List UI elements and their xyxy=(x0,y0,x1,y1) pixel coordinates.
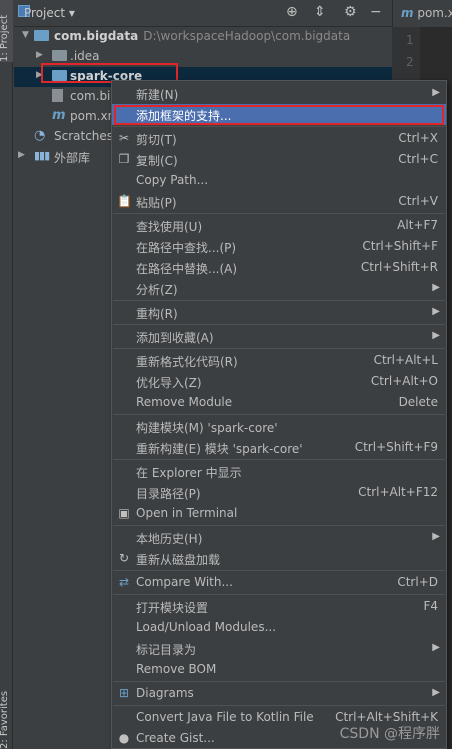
submenu-arrow-icon: ▶ xyxy=(432,306,440,317)
project-panel-header: Project ▾ ⊕ ⇕ ⚙ − xyxy=(14,0,392,27)
menu-item-show-in-explorer[interactable]: 在 Explorer 中显示 xyxy=(112,461,446,482)
menu-item-add-to-favorites[interactable]: 添加到收藏(A) ▶ xyxy=(112,326,446,347)
project-tool-tab[interactable]: 1: Project xyxy=(0,0,13,62)
copy-icon: ❐ xyxy=(118,152,130,166)
menu-item-replace-in-path[interactable]: 在路径中替换...(A) Ctrl+Shift+R xyxy=(112,257,446,278)
menu-separator xyxy=(113,525,445,526)
menu-item-mark-directory-as[interactable]: 标记目录为 ▶ xyxy=(112,638,446,659)
menu-separator xyxy=(113,459,445,460)
menu-item-reformat-code[interactable]: 重新格式化代码(R) Ctrl+Alt+L xyxy=(112,350,446,371)
collapsed-arrow-icon[interactable]: ▶ xyxy=(18,150,25,160)
tool-window-strip: 1: Project 2: Favorites xyxy=(0,0,13,749)
line-number: 2 xyxy=(406,55,414,69)
menu-separator xyxy=(113,348,445,349)
menu-item-new[interactable]: 新建(N) ▶ xyxy=(112,83,446,104)
menu-item-reload-from-disk[interactable]: ↻ 重新从磁盘加载 xyxy=(112,548,446,569)
tree-label-iml: com.bi xyxy=(70,89,111,103)
menu-item-load-unload-modules[interactable]: Load/Unload Modules... xyxy=(112,617,446,638)
menu-separator xyxy=(113,324,445,325)
submenu-arrow-icon: ▶ xyxy=(432,330,440,341)
menu-item-cut[interactable]: ✂ 剪切(T) Ctrl+X xyxy=(112,128,446,149)
maven-icon: m xyxy=(52,108,66,123)
menu-item-optimize-imports[interactable]: 优化导入(Z) Ctrl+Alt+O xyxy=(112,371,446,392)
menu-item-copy[interactable]: ❐ 复制(C) Ctrl+C xyxy=(112,149,446,170)
folder-icon xyxy=(52,50,67,61)
editor-tab-pom[interactable]: m pom.xml xyxy=(392,0,452,27)
menu-item-rebuild-module[interactable]: 重新构建(E) 模块 'spark-core' Ctrl+Shift+F9 xyxy=(112,437,446,458)
collapse-icon[interactable]: ⇕ xyxy=(314,4,326,20)
menu-item-find-usages[interactable]: 查找使用(U) Alt+F7 xyxy=(112,215,446,236)
tree-label-idea: .idea xyxy=(70,49,100,63)
menu-item-find-in-path[interactable]: 在路径中查找...(P) Ctrl+Shift+F xyxy=(112,236,446,257)
hide-icon[interactable]: − xyxy=(370,4,382,20)
menu-item-analyze[interactable]: 分析(Z) ▶ xyxy=(112,278,446,299)
submenu-arrow-icon: ▶ xyxy=(432,642,440,653)
menu-item-paste[interactable]: 📋 粘贴(P) Ctrl+V xyxy=(112,191,446,212)
locate-icon[interactable]: ⊕ xyxy=(286,4,298,20)
menu-item-open-in-terminal[interactable]: ▣ Open in Terminal xyxy=(112,503,446,524)
menu-separator xyxy=(113,300,445,301)
tree-row-root[interactable]: ▼ com.bigdata D:\workspaceHadoop\com.bigd… xyxy=(14,27,392,47)
menu-item-copy-path[interactable]: Copy Path... xyxy=(112,170,446,191)
expanded-arrow-icon[interactable]: ▼ xyxy=(22,30,29,40)
favorites-tool-tab[interactable]: 2: Favorites xyxy=(0,691,13,749)
submenu-arrow-icon: ▶ xyxy=(432,282,440,293)
active-item-highlight-box xyxy=(114,105,444,125)
menu-separator xyxy=(113,126,445,127)
maven-icon: m xyxy=(401,6,414,20)
watermark: CSDN @程序胖 xyxy=(339,726,440,742)
submenu-arrow-icon: ▶ xyxy=(432,87,440,98)
menu-separator xyxy=(113,681,445,682)
submenu-arrow-icon: ▶ xyxy=(432,531,440,542)
menu-item-build-module[interactable]: 构建模块(M) 'spark-core' xyxy=(112,416,446,437)
tree-label-scratches: Scratches xyxy=(54,129,114,143)
line-number: 1 xyxy=(406,33,414,47)
menu-item-add-framework-support[interactable]: 添加框架的支持... xyxy=(112,104,446,125)
menu-item-refactor[interactable]: 重构(R) ▶ xyxy=(112,302,446,323)
module-folder-icon xyxy=(34,30,49,41)
menu-separator xyxy=(113,414,445,415)
menu-item-compare-with[interactable]: ⇄ Compare With... Ctrl+D xyxy=(112,572,446,593)
menu-item-remove-bom[interactable]: Remove BOM xyxy=(112,659,446,680)
tree-label-root: com.bigdata D:\workspaceHadoop\com.bigdat… xyxy=(54,29,351,43)
menu-item-module-settings[interactable]: 打开模块设置 F4 xyxy=(112,596,446,617)
file-icon xyxy=(52,89,63,102)
menu-separator xyxy=(113,594,445,595)
menu-item-directory-path[interactable]: 目录路径(P) Ctrl+Alt+F12 xyxy=(112,482,446,503)
project-view-title[interactable]: Project ▾ xyxy=(24,6,75,20)
paste-icon: 📋 xyxy=(117,194,132,208)
github-icon: ● xyxy=(118,731,130,745)
compare-icon: ⇄ xyxy=(118,575,130,589)
menu-separator xyxy=(113,570,445,571)
menu-item-remove-module[interactable]: Remove Module Delete xyxy=(112,392,446,413)
menu-separator xyxy=(113,705,445,706)
tree-label-pom: pom.xn xyxy=(70,109,116,123)
menu-item-diagrams[interactable]: ⊞ Diagrams ▶ xyxy=(112,683,446,704)
context-menu: 新建(N) ▶ 添加框架的支持... ✂ 剪切(T) Ctrl+X ❐ 复制(C… xyxy=(111,80,447,749)
scratches-icon: ◔ xyxy=(34,128,46,143)
menu-item-local-history[interactable]: 本地历史(H) ▶ xyxy=(112,527,446,548)
reload-icon: ↻ xyxy=(118,551,130,565)
tree-label-external: 外部库 xyxy=(54,151,91,165)
diagram-icon: ⊞ xyxy=(118,686,130,700)
menu-separator xyxy=(113,213,445,214)
submenu-arrow-icon: ▶ xyxy=(432,687,440,698)
libraries-icon: ▮▮▮ xyxy=(34,149,50,162)
terminal-icon: ▣ xyxy=(118,506,130,520)
collapsed-arrow-icon[interactable]: ▶ xyxy=(36,50,43,60)
scissors-icon: ✂ xyxy=(118,131,130,145)
gear-icon[interactable]: ⚙ xyxy=(344,4,357,20)
